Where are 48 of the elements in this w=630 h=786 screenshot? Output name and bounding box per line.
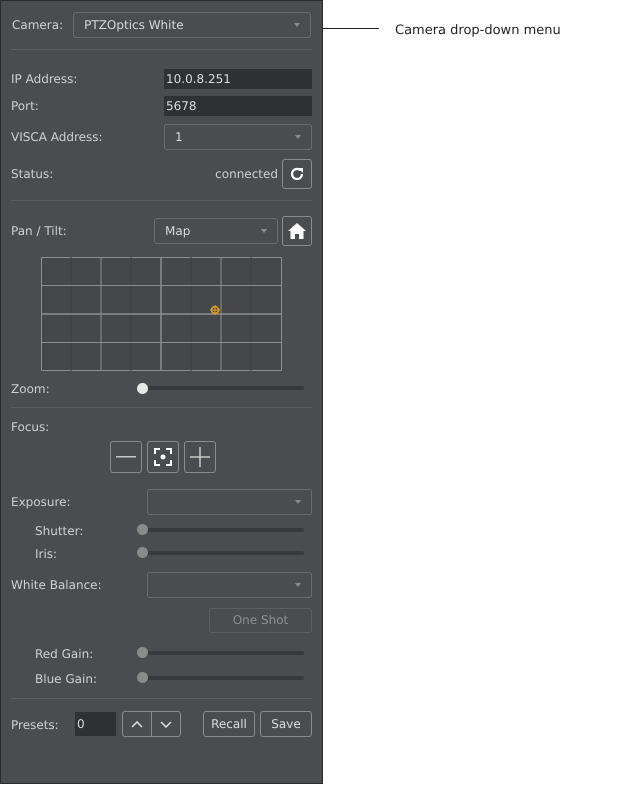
port-field[interactable]: 5678 <box>164 96 312 116</box>
dropdown-caret-icon <box>295 500 301 504</box>
chevron-up-icon <box>131 720 143 728</box>
field-label: Pan / Tilt: <box>11 223 67 240</box>
field-label: Exposure: <box>11 494 71 511</box>
chevron-down-icon <box>160 720 172 728</box>
focus-near-button[interactable] <box>110 441 142 473</box>
autofocus-button[interactable] <box>146 441 178 473</box>
field-label: Iris: <box>34 546 58 560</box>
slider[interactable] <box>137 547 304 558</box>
field-label: IP Address: <box>11 70 78 88</box>
dropdown[interactable]: Map <box>154 218 278 244</box>
field-label: Shutter: <box>34 524 84 538</box>
slider[interactable] <box>137 672 304 683</box>
field-label: Focus: <box>11 419 50 436</box>
minus-icon <box>116 456 136 458</box>
slider[interactable] <box>137 382 304 394</box>
ip-address-field[interactable]: 10.0.8.251 <box>164 68 312 88</box>
plus-icon <box>190 447 210 467</box>
save-button[interactable]: Save <box>260 711 312 737</box>
recall-button[interactable]: Recall <box>203 711 255 737</box>
refresh-button[interactable] <box>282 159 312 189</box>
field-label: Status: <box>11 166 54 183</box>
field-label: Zoom: <box>11 382 50 396</box>
field-label: VISCA Address: <box>11 129 103 146</box>
connection-status: connected <box>215 166 278 183</box>
dropdown[interactable]: PTZOptics White <box>73 12 311 38</box>
dropdown-caret-icon <box>295 583 301 587</box>
dropdown-caret-icon <box>295 135 301 139</box>
dropdown-caret-icon <box>261 229 267 233</box>
field-label: Blue Gain: <box>34 672 98 686</box>
refresh-icon <box>289 166 305 182</box>
field-label: Red Gain: <box>34 646 94 660</box>
focus-far-button[interactable] <box>184 441 216 473</box>
field-label: Port: <box>11 98 39 115</box>
home-button[interactable] <box>282 216 312 246</box>
dropdown-caret-icon <box>294 23 300 27</box>
dropdown[interactable]: 1 <box>164 124 312 150</box>
callout-text: Camera drop-down menu <box>395 22 561 40</box>
field-label: Camera: <box>12 17 64 34</box>
preset-number-field[interactable]: 0 <box>75 712 116 736</box>
slider[interactable] <box>137 524 304 535</box>
slider[interactable] <box>137 647 304 658</box>
field-label: White Balance: <box>11 577 102 594</box>
pan-tilt-map-drawing[interactable] <box>41 257 282 371</box>
field-label: Presets: <box>11 718 59 732</box>
autofocus-icon <box>152 447 172 467</box>
home-icon <box>288 223 306 239</box>
